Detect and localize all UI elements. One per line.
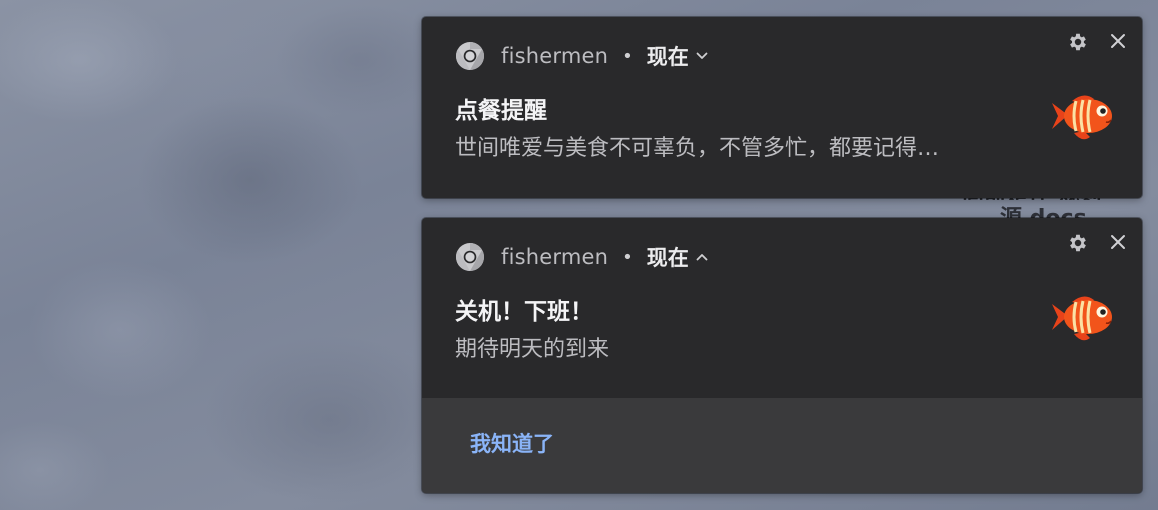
header-separator: • — [622, 45, 633, 67]
chevron-down-icon[interactable] — [695, 49, 709, 63]
notification-action-bar: 我知道了 — [422, 398, 1142, 493]
notification-header: fishermen • 现在 — [455, 42, 709, 70]
background-window-text: 源 docs — [1000, 206, 1120, 218]
notification-header: fishermen • 现在 — [455, 243, 709, 271]
app-name: fishermen — [501, 245, 609, 269]
chrome-icon — [456, 42, 484, 70]
fish-icon — [1052, 95, 1112, 140]
notification-body: 世间唯爱与美食不可辜负，不管多忙，都要记得… — [455, 136, 940, 161]
app-name: fishermen — [501, 44, 609, 68]
notification-time: 现在 — [646, 45, 689, 69]
close-icon[interactable] — [1108, 31, 1128, 51]
fish-icon — [1052, 296, 1112, 341]
notification-card-lunch-reminder[interactable]: fishermen • 现在 点餐提醒 世间唯爱与美食不可辜负，不管多忙，都要记… — [422, 17, 1142, 198]
notification-body: 期待明天的到来 — [455, 337, 610, 362]
notification-title: 点餐提醒 — [455, 98, 547, 124]
acknowledge-button[interactable]: 我知道了 — [470, 428, 554, 458]
notification-title: 关机！下班！ — [455, 299, 593, 325]
header-separator: • — [622, 246, 633, 268]
gear-icon[interactable] — [1067, 232, 1089, 254]
gear-icon[interactable] — [1067, 31, 1089, 53]
notification-card-shutdown[interactable]: fishermen • 现在 关机！下班！ 期待明天的到来 我知道了 — [422, 218, 1142, 493]
notification-time: 现在 — [646, 246, 689, 270]
chrome-icon — [456, 243, 484, 271]
chevron-up-icon[interactable] — [695, 250, 709, 264]
close-icon[interactable] — [1108, 232, 1128, 252]
